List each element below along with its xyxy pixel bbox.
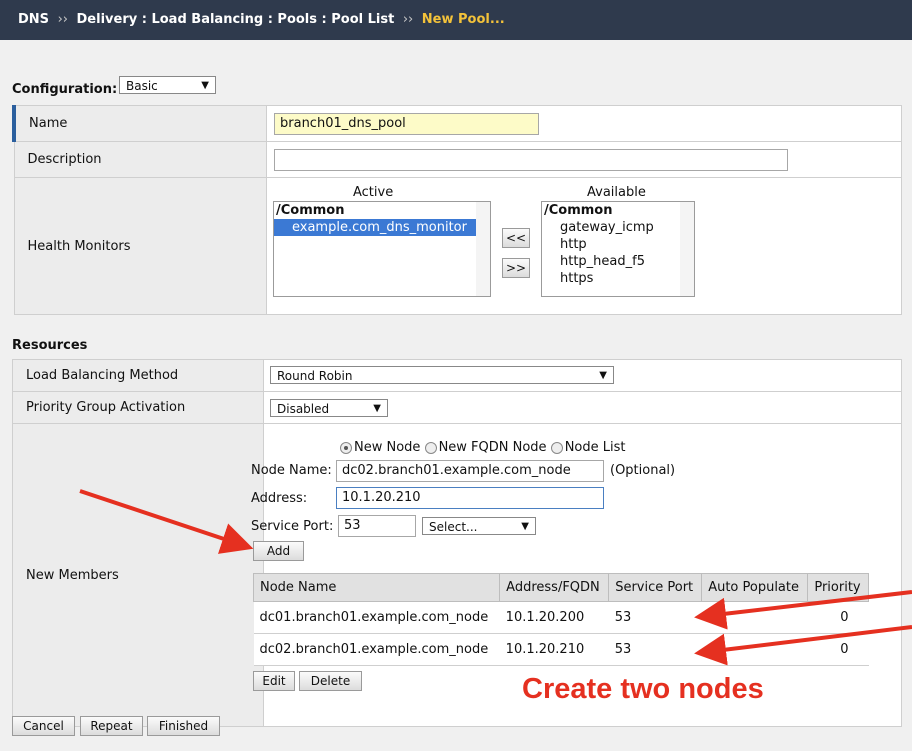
arrow-row1-icon bbox=[694, 590, 912, 630]
arrow-row2-icon bbox=[694, 625, 912, 666]
annotation-text: Create two nodes bbox=[522, 673, 764, 705]
annotation-arrows bbox=[79, 489, 912, 666]
arrow-add-icon bbox=[79, 489, 254, 554]
